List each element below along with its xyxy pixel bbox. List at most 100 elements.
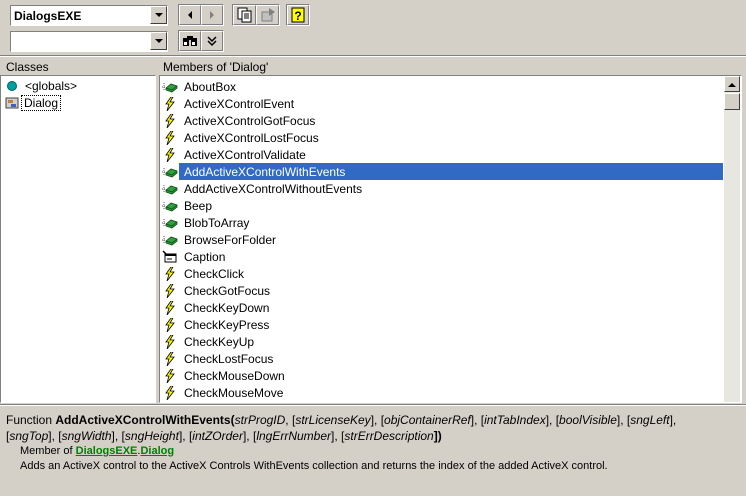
details-pane: Function AddActiveXControlWithEvents(str…	[0, 406, 746, 496]
signature-param: intTabIndex	[484, 413, 546, 427]
member-item-label: CheckKeyPress	[184, 317, 270, 332]
event-icon	[162, 283, 178, 298]
signature-sep: ], [	[545, 413, 560, 427]
search-button-group	[178, 30, 224, 52]
member-item-label: AboutBox	[184, 79, 237, 94]
class-item-dialog[interactable]: Dialog	[5, 94, 62, 111]
member-item-label: ActiveXControlLostFocus	[184, 130, 319, 145]
class-item-label: <globals>	[25, 78, 78, 93]
signature-sep: , [	[285, 413, 296, 427]
chevron-down-icon	[154, 39, 163, 43]
signature-paren: ])	[433, 429, 442, 443]
member-item[interactable]: CheckKeyDown	[162, 299, 269, 316]
nav-button-group	[178, 4, 224, 26]
member-item-label: ActiveXControlEvent	[184, 96, 295, 111]
event-icon	[162, 147, 178, 162]
member-item[interactable]: AboutBox	[162, 78, 236, 95]
back-button[interactable]	[179, 5, 201, 25]
member-item-label: BlobToArray	[184, 215, 250, 230]
event-icon	[162, 113, 178, 128]
event-icon	[162, 266, 178, 281]
svg-text:?: ?	[294, 9, 301, 23]
members-list[interactable]: AboutBox ActiveXControlEvent ActiveXContro…	[159, 75, 742, 403]
members-header: Members of 'Dialog'	[163, 60, 269, 74]
member-item-label: AddActiveXControlWithEvents	[184, 164, 346, 179]
signature-sep: ], [	[616, 413, 631, 427]
member-item[interactable]: ActiveXControlEvent	[162, 95, 294, 112]
classes-list[interactable]: <globals> Dialog	[0, 75, 156, 403]
help-button[interactable]: ?	[287, 5, 309, 25]
event-icon	[162, 96, 178, 111]
binoculars-icon	[183, 36, 197, 46]
member-item[interactable]: BrowseForFolder	[162, 231, 276, 248]
member-item-label: ActiveXControlValidate	[184, 147, 306, 162]
member-item[interactable]: ActiveXControlLostFocus	[162, 129, 319, 146]
forward-button[interactable]	[201, 5, 223, 25]
signature-name: AddActiveXControlWithEvents	[55, 413, 231, 427]
member-item-label: CheckMouseDown	[184, 368, 285, 383]
signature-param: sngWidth	[61, 429, 112, 443]
member-of-label: Member of	[20, 445, 76, 457]
library-combo-dropdown-button[interactable]	[150, 6, 167, 24]
library-combo-value: DialogsEXE	[14, 9, 82, 23]
member-item[interactable]: ActiveXControlGotFocus	[162, 112, 315, 129]
search-combo-dropdown-button[interactable]	[150, 32, 167, 50]
signature-param: strProgID	[234, 413, 286, 427]
view-definition-button[interactable]	[256, 5, 279, 25]
members-scrollbar[interactable]	[724, 76, 740, 402]
search-button[interactable]	[179, 31, 201, 51]
class-item-globals[interactable]: <globals>	[5, 77, 77, 94]
member-item-label: ActiveXControlGotFocus	[184, 113, 316, 128]
signature-param: lngErrNumber	[256, 429, 332, 443]
class-item-label: Dialog	[21, 94, 62, 111]
event-icon	[162, 130, 178, 145]
member-item-label: AddActiveXControlWithoutEvents	[184, 181, 363, 196]
double-chevron-down-icon	[207, 36, 217, 47]
property-icon	[162, 249, 178, 264]
member-item[interactable]: CheckMouseDown	[162, 367, 285, 384]
member-item-label: CheckClick	[184, 266, 245, 281]
member-item-label: CheckKeyDown	[184, 300, 270, 315]
method-icon	[162, 182, 178, 196]
class-link[interactable]: Dialog	[140, 445, 174, 457]
event-icon	[162, 351, 178, 366]
member-item[interactable]: CheckKeyUp	[162, 333, 254, 350]
signature-param: objContainerRef	[384, 413, 471, 427]
signature-sep: ], [	[470, 413, 485, 427]
scroll-up-button[interactable]	[724, 76, 740, 92]
signature-sep: ],	[669, 413, 677, 427]
event-icon	[162, 334, 178, 349]
search-combo[interactable]	[10, 31, 168, 52]
member-item[interactable]: CheckKeyPress	[162, 316, 269, 333]
member-item-label: BrowseForFolder	[184, 232, 277, 247]
member-item[interactable]: CheckLostFocus	[162, 350, 273, 367]
scroll-thumb[interactable]	[724, 93, 740, 110]
globe-icon	[5, 79, 19, 93]
show-search-results-button[interactable]	[201, 31, 223, 51]
library-link[interactable]: DialogsEXE	[76, 445, 138, 457]
member-item[interactable]: Beep	[162, 197, 212, 214]
signature-param: sngHeight	[124, 429, 179, 443]
member-item[interactable]: CheckMouseMove	[162, 384, 283, 401]
member-item[interactable]: CheckGotFocus	[162, 282, 270, 299]
member-item[interactable]: AddActiveXControlWithEvents	[162, 163, 723, 180]
member-summary: Adds an ActiveX control to the ActiveX C…	[20, 460, 608, 472]
copy-to-clipboard-button[interactable]	[233, 5, 256, 25]
member-signature: Function AddActiveXControlWithEvents(str…	[6, 412, 736, 474]
member-item[interactable]: ActiveXControlValidate	[162, 146, 306, 163]
member-item-label: CheckLostFocus	[184, 351, 274, 366]
member-item[interactable]: AddActiveXControlWithoutEvents	[162, 180, 362, 197]
member-item[interactable]: Caption	[162, 248, 225, 265]
method-icon	[162, 199, 178, 213]
arrow-left-icon	[188, 11, 192, 19]
signature-sep: ], [	[178, 429, 193, 443]
event-icon	[162, 317, 178, 332]
arrow-up-icon	[728, 82, 736, 87]
member-item[interactable]: BlobToArray	[162, 214, 249, 231]
members-rows: AboutBox ActiveXControlEvent ActiveXContro…	[160, 77, 725, 402]
toolbar-separator	[0, 55, 746, 57]
member-item[interactable]: CheckClick	[162, 265, 244, 282]
method-icon	[162, 233, 178, 247]
library-combo[interactable]: DialogsEXE	[10, 5, 168, 26]
signature-sep: ], [	[331, 429, 345, 443]
